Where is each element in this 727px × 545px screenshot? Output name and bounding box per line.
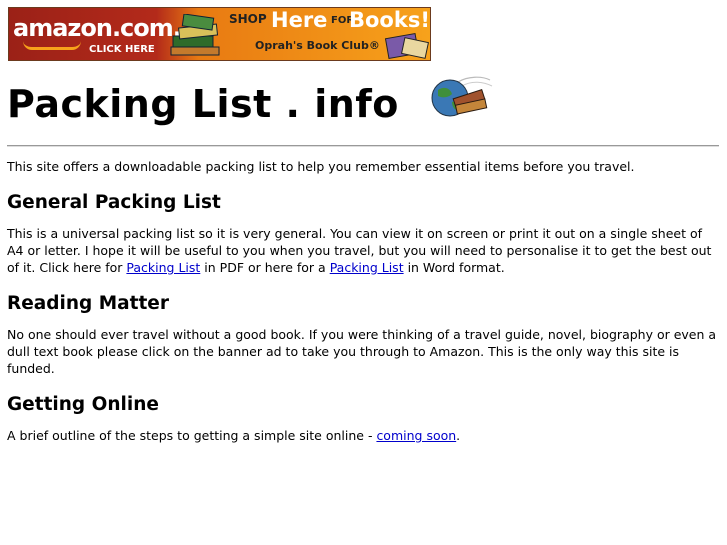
book-icon	[384, 32, 429, 60]
heading-general-packing-list: General Packing List	[7, 192, 221, 213]
packing-list-word-link[interactable]: Packing List	[330, 260, 404, 275]
heading-reading-matter: Reading Matter	[7, 293, 169, 314]
banner-shop: SHOP	[229, 12, 267, 26]
header-divider	[7, 145, 719, 147]
amazon-smile-icon	[23, 41, 81, 50]
general-paragraph: This is a universal packing list so it i…	[7, 225, 719, 276]
online-paragraph: A brief outline of the steps to getting …	[7, 427, 719, 444]
globe-with-books-icon	[431, 76, 493, 117]
banner-here: Here	[271, 8, 328, 32]
amazon-banner-ad[interactable]: amazon.com. CLICK HERE SHOP Here FOR Boo…	[8, 7, 431, 61]
online-text-2: .	[456, 428, 461, 443]
page-title: Packing List . info	[7, 82, 399, 126]
packing-list-pdf-link[interactable]: Packing List	[126, 260, 200, 275]
reading-paragraph: No one should ever travel without a good…	[7, 327, 717, 376]
online-text-1: A brief outline of the steps to getting …	[7, 428, 377, 443]
general-text-3: in Word format.	[403, 260, 505, 275]
general-text-2: in PDF or here for a	[200, 260, 330, 275]
banner-click-here: CLICK HERE	[89, 44, 155, 55]
main-content: This site offers a downloadable packing …	[7, 158, 719, 444]
banner-brand: amazon.com.	[13, 14, 182, 42]
banner-oprah: Oprah's Book Club®	[255, 39, 380, 52]
coming-soon-link[interactable]: coming soon	[376, 428, 456, 443]
intro-text: This site offers a downloadable packing …	[7, 159, 635, 174]
heading-getting-online: Getting Online	[7, 394, 159, 415]
books-stack-icon	[170, 14, 220, 56]
banner-books: Books!	[349, 8, 430, 32]
